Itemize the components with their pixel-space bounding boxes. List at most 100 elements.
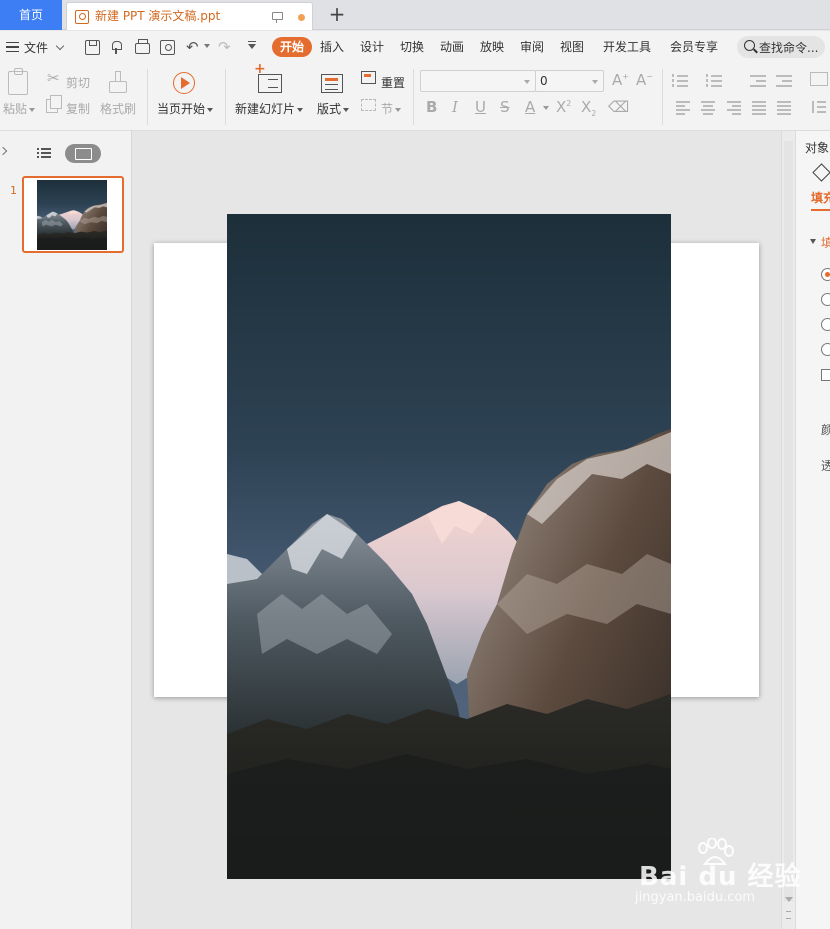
command-search-placeholder: 查找命令... (759, 41, 819, 55)
fill-option-checkbox[interactable] (821, 369, 830, 381)
print-preview-icon[interactable] (160, 40, 175, 55)
undo-icon[interactable]: ↶ (186, 40, 201, 55)
increase-font-icon[interactable]: A+ (612, 71, 629, 89)
decrease-indent-icon[interactable] (750, 74, 766, 88)
decrease-font-icon[interactable]: A− (636, 71, 653, 89)
superscript-icon[interactable]: X2 (556, 98, 571, 116)
customize-toolbar-icon[interactable] (248, 41, 256, 49)
slides-view-toggle[interactable] (65, 144, 101, 163)
slide-number: 1 (10, 184, 17, 197)
line-spacing-icon[interactable] (812, 99, 826, 113)
section-icon[interactable] (361, 99, 376, 111)
fill-option-radio-3[interactable] (821, 318, 830, 331)
outline-view-icon[interactable] (37, 147, 51, 159)
document-tab-title: 新建 PPT 演示文稿.ppt (95, 9, 221, 23)
layout-button[interactable]: 版式 (317, 100, 350, 117)
tab-developer[interactable]: 开发工具 (603, 37, 651, 57)
underline-icon[interactable]: U (475, 98, 486, 116)
color-label: 颜 (821, 421, 830, 438)
bold-icon[interactable]: B (426, 98, 437, 116)
new-tab-button[interactable]: + (326, 4, 348, 26)
monitor-icon[interactable] (272, 12, 283, 23)
redo-icon[interactable]: ↷ (218, 40, 233, 55)
align-center-icon[interactable] (701, 101, 715, 115)
collapse-section-icon[interactable] (810, 239, 816, 244)
mountain-photo[interactable] (227, 214, 671, 879)
format-painter-icon[interactable] (109, 71, 127, 93)
print-icon[interactable] (135, 39, 150, 54)
font-color-dropdown-icon[interactable] (543, 106, 549, 110)
paste-icon[interactable] (8, 68, 28, 95)
numbered-list-icon[interactable] (706, 74, 722, 88)
expand-panel-icon[interactable] (0, 146, 8, 156)
font-size-select[interactable]: 0 (535, 70, 604, 92)
tab-transitions[interactable]: 切换 (400, 37, 424, 57)
panel-title: 对象 (805, 141, 830, 155)
reset-icon[interactable] (361, 71, 376, 84)
strikethrough-icon[interactable]: S (500, 98, 510, 116)
align-right-icon[interactable] (727, 101, 741, 115)
fill-section-label: 填 (821, 234, 830, 251)
resize-grip-icon[interactable] (786, 911, 791, 919)
copy-button[interactable]: 复制 (66, 100, 90, 117)
fill-option-radio-1[interactable] (821, 268, 830, 281)
cut-button[interactable]: 剪切 (66, 74, 90, 91)
new-slide-button[interactable]: 新建幻灯片 (235, 100, 304, 117)
vertical-scrollbar[interactable] (781, 131, 795, 929)
slide-thumbnail[interactable] (22, 176, 124, 253)
save-icon[interactable] (85, 40, 100, 55)
command-search[interactable]: 查找命令... (737, 36, 825, 58)
format-brush-icon[interactable] (110, 40, 125, 55)
clear-format-icon[interactable]: ⌫ (608, 98, 629, 116)
play-icon[interactable] (173, 72, 195, 94)
scissors-icon[interactable] (47, 69, 61, 87)
section-button[interactable]: 节 (381, 100, 402, 117)
new-slide-icon[interactable] (254, 61, 282, 93)
paste-button[interactable]: 粘贴 (3, 100, 36, 117)
tab-home-start[interactable]: 开始 (272, 37, 313, 57)
home-tab[interactable]: 首页 (0, 0, 62, 30)
tab-view[interactable]: 视图 (560, 37, 584, 57)
justify-icon[interactable] (752, 101, 766, 115)
tab-insert[interactable]: 插入 (320, 37, 344, 57)
window-tab-bar: 首页 新建 PPT 演示文稿.ppt + (0, 0, 830, 30)
tab-design[interactable]: 设计 (360, 37, 384, 57)
format-painter-button[interactable]: 格式刷 (100, 100, 136, 117)
unsaved-indicator-icon (298, 14, 305, 21)
undo-dropdown-icon[interactable] (204, 44, 210, 48)
chevron-down-icon (592, 80, 598, 84)
align-left-icon[interactable] (676, 101, 690, 115)
reset-button[interactable]: 重置 (381, 74, 405, 91)
increase-indent-icon[interactable] (776, 74, 792, 88)
chevron-down-icon[interactable] (55, 41, 65, 51)
tab-slideshow[interactable]: 放映 (480, 37, 504, 57)
slide-editing-canvas[interactable] (133, 131, 781, 929)
bullet-list-icon[interactable] (672, 74, 688, 88)
fill-option-radio-4[interactable] (821, 343, 830, 356)
chevron-down-icon (524, 80, 530, 84)
italic-icon[interactable]: I (452, 98, 458, 116)
copy-icon[interactable] (46, 95, 62, 113)
font-color-icon[interactable]: A (525, 98, 535, 116)
search-icon (744, 40, 755, 51)
ppt-file-icon (75, 10, 89, 24)
file-menu[interactable]: 文件 (24, 39, 48, 56)
layout-icon[interactable] (321, 74, 343, 93)
subscript-icon[interactable]: X2 (581, 98, 596, 118)
menu-bar: 文件 ↶ ↷ 开始 插入 设计 切换 动画 放映 审阅 视图 开发工具 会员专享… (0, 31, 830, 63)
tab-review[interactable]: 审阅 (520, 37, 544, 57)
hamburger-menu-icon[interactable] (6, 42, 19, 52)
text-box-icon[interactable] (810, 72, 828, 86)
distribute-icon[interactable] (777, 101, 791, 115)
fill-option-radio-2[interactable] (821, 293, 830, 306)
font-family-select[interactable] (420, 70, 536, 92)
font-size-value: 0 (540, 74, 548, 88)
shape-fill-icon[interactable] (812, 163, 830, 182)
scroll-down-icon[interactable] (785, 897, 793, 902)
tab-member[interactable]: 会员专享 (670, 37, 718, 57)
tab-animations[interactable]: 动画 (440, 37, 464, 57)
scrollbar-thumb[interactable] (784, 141, 793, 901)
tab-fill[interactable]: 填充 (811, 189, 830, 206)
document-tab[interactable]: 新建 PPT 演示文稿.ppt (66, 2, 313, 30)
start-from-current-button[interactable]: 当页开始 (157, 100, 214, 117)
